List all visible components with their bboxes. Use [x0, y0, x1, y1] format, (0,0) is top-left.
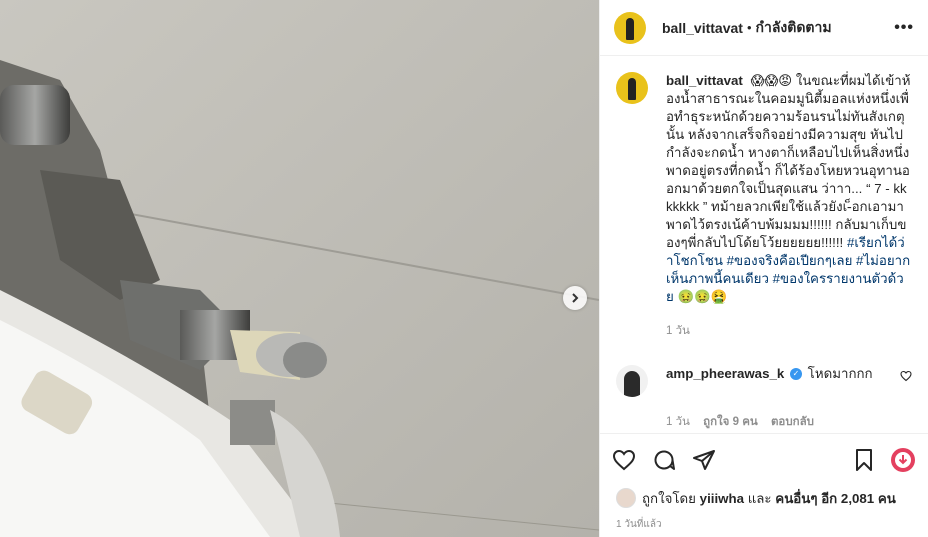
- following-button[interactable]: กำลังติดตาม: [756, 17, 832, 39]
- bathroom-photo: [0, 0, 599, 537]
- instagram-post: ball_vittavat • กำลังติดตาม ••• ball_vit…: [0, 0, 928, 537]
- commenter-username[interactable]: amp_pheerawas_k: [666, 366, 784, 381]
- post-time-ago[interactable]: 1 วันที่แล้ว: [600, 511, 928, 537]
- comment-meta: 1 วัน ถูกใจ 9 คน ตอบกลับ: [666, 413, 912, 431]
- comment-likes[interactable]: ถูกใจ 9 คน: [703, 416, 758, 428]
- action-bar: [600, 433, 928, 485]
- comments-section: ball_vittavat 😱😱😡 ในขณะที่ผมได้เข้าห้องน…: [600, 56, 928, 433]
- comment-item: amp_pheerawas_k ✓ โหดมากกก: [616, 365, 912, 397]
- author-avatar[interactable]: [614, 11, 646, 44]
- likes-prefix: ถูกใจโดย: [642, 490, 696, 506]
- author-username[interactable]: ball_vittavat: [662, 20, 743, 36]
- more-options-button[interactable]: •••: [894, 19, 914, 37]
- reply-button[interactable]: ตอบกลับ: [771, 416, 814, 428]
- heart-icon[interactable]: [612, 448, 636, 472]
- likes-summary: ถูกใจโดย yiiiwha และ คนอื่นๆ อีก 2,081 ค…: [600, 485, 928, 511]
- caption-end-emoji: 🤢🤢🤮: [677, 289, 728, 304]
- post-photo[interactable]: [0, 0, 599, 537]
- download-icon[interactable]: [890, 447, 916, 473]
- header-separator: •: [746, 20, 752, 35]
- first-liker[interactable]: yiiiwha: [700, 491, 744, 506]
- chevron-right-icon: [572, 293, 579, 303]
- comment-time: 1 วัน: [666, 416, 690, 428]
- caption-text: 😱😱😡 ในขณะที่ผมได้เข้าห้องน้ำสาธารณะในคอม…: [666, 73, 911, 250]
- post-header: ball_vittavat • กำลังติดตาม •••: [600, 0, 928, 56]
- comment-body: amp_pheerawas_k ✓ โหดมากกก: [666, 365, 873, 397]
- verified-badge-icon: ✓: [789, 368, 802, 381]
- liker-avatar[interactable]: [616, 488, 636, 508]
- caption-avatar[interactable]: [616, 72, 648, 104]
- comment-icon[interactable]: [652, 448, 676, 472]
- share-icon[interactable]: [692, 448, 716, 472]
- next-photo-button[interactable]: [563, 286, 587, 310]
- bookmark-icon[interactable]: [852, 448, 876, 472]
- commenter-avatar[interactable]: [616, 365, 648, 397]
- other-likers[interactable]: คนอื่นๆ อีก 2,081 คน: [775, 488, 896, 509]
- comment-text: โหดมากกก: [807, 366, 873, 381]
- caption-text-block: ball_vittavat 😱😱😡 ในขณะที่ผมได้เข้าห้องน…: [666, 72, 911, 306]
- comment-like-heart-icon[interactable]: [900, 370, 912, 382]
- likes-and: และ: [747, 490, 772, 506]
- caption: ball_vittavat 😱😱😡 ในขณะที่ผมได้เข้าห้องน…: [616, 72, 912, 306]
- post-sidebar: ball_vittavat • กำลังติดตาม ••• ball_vit…: [599, 0, 928, 537]
- caption-username[interactable]: ball_vittavat: [666, 73, 743, 88]
- caption-time: 1 วัน: [666, 325, 690, 337]
